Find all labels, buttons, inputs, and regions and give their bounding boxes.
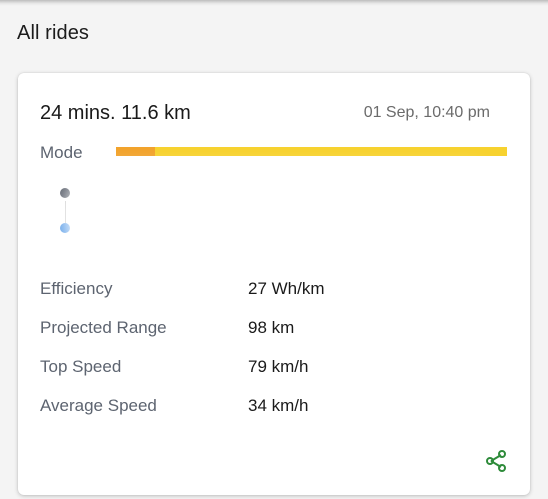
- stat-value-projected-range: 98 km: [248, 318, 295, 337]
- route-end-dot: [60, 223, 70, 233]
- route-connector: [65, 201, 66, 223]
- mode-segment-0: [116, 147, 156, 156]
- top-shadow: [0, 0, 548, 6]
- stat-label-efficiency: Efficiency: [40, 279, 113, 298]
- ride-summary: 24 mins. 11.6 km: [40, 102, 191, 124]
- stat-label-average-speed: Average Speed: [40, 396, 157, 415]
- mode-segment-1: [155, 147, 507, 156]
- route-redaction: [78, 181, 498, 253]
- stat-label-projected-range: Projected Range: [40, 318, 167, 337]
- mode-label: Mode: [40, 143, 83, 162]
- stat-label-top-speed: Top Speed: [40, 357, 122, 376]
- stat-value-efficiency: 27 Wh/km: [248, 279, 325, 298]
- stat-value-top-speed: 79 km/h: [248, 357, 309, 376]
- stat-value-average-speed: 34 km/h: [248, 396, 309, 415]
- route-start-dot: [60, 188, 70, 198]
- mode-bar: [116, 147, 507, 156]
- page-title: All rides: [17, 22, 90, 44]
- share-icon[interactable]: [484, 449, 508, 473]
- ride-datetime: 01 Sep, 10:40 pm: [363, 104, 490, 121]
- ride-card[interactable]: 24 mins. 11.6 km 01 Sep, 10:40 pm Mode E…: [18, 73, 530, 495]
